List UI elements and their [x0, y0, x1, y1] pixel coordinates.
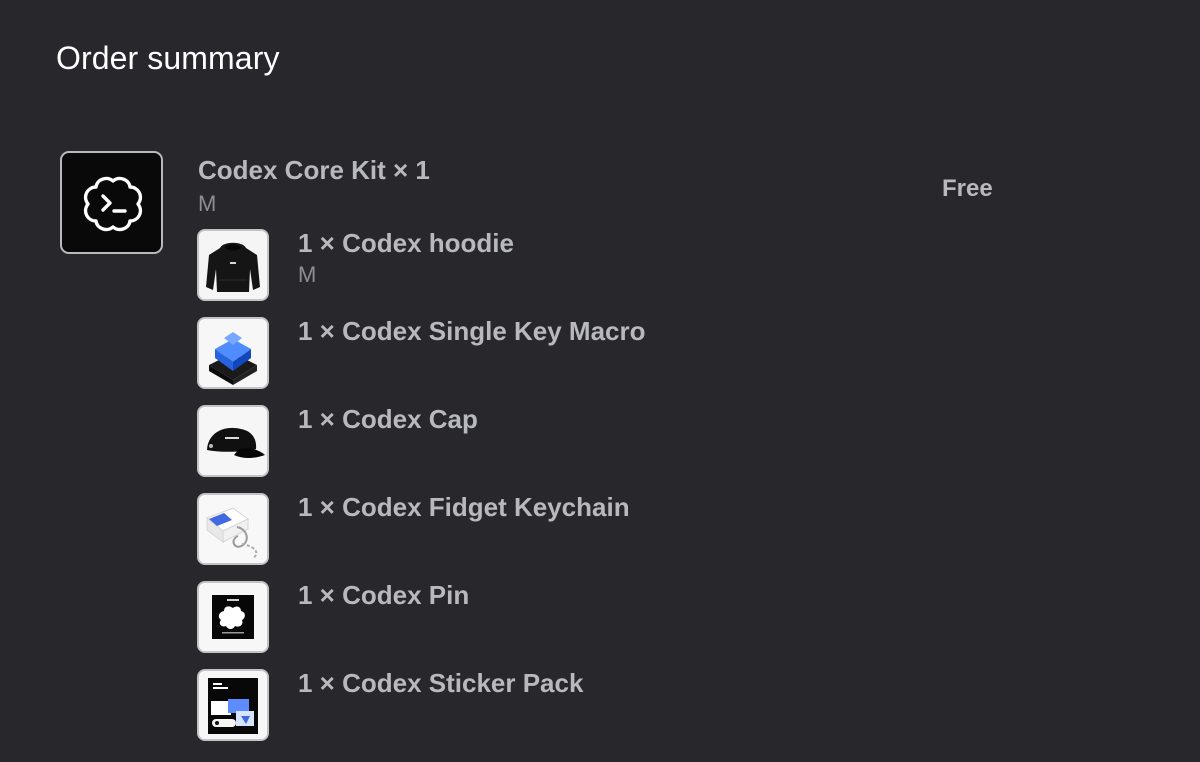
list-item-single-key-macro: 1 × Codex Single Key Macro	[197, 316, 897, 391]
hoodie-thumbnail	[197, 229, 269, 301]
kit-name: Codex Core Kit × 1	[198, 155, 430, 185]
list-item-hoodie: 1 × Codex hoodie M	[197, 228, 897, 303]
single-key-macro-image	[199, 319, 267, 387]
item-name-fidget-keychain: 1 × Codex Fidget Keychain	[298, 492, 630, 522]
list-item-pin: 1 × Codex Pin	[197, 580, 897, 655]
black-cap-image	[199, 407, 267, 475]
black-hoodie-image	[199, 231, 267, 299]
codex-logo-icon	[83, 176, 143, 232]
pin-thumbnail	[197, 581, 269, 653]
order-summary: Order summary Codex Core Kit × 1 M Free …	[0, 0, 1200, 762]
list-item-fidget-keychain: 1 × Codex Fidget Keychain	[197, 492, 897, 567]
item-variant-hoodie: M	[298, 262, 317, 287]
single-key-macro-thumbnail	[197, 317, 269, 389]
list-item-cap: 1 × Codex Cap	[197, 404, 897, 479]
item-name-cap: 1 × Codex Cap	[298, 404, 478, 434]
item-name-sticker-pack: 1 × Codex Sticker Pack	[298, 668, 584, 698]
pin-image	[199, 583, 267, 651]
item-name-pin: 1 × Codex Pin	[298, 580, 470, 610]
item-name-single-key-macro: 1 × Codex Single Key Macro	[298, 316, 646, 346]
sticker-pack-image	[199, 671, 267, 739]
kit-price: Free	[942, 175, 993, 202]
item-name-hoodie: 1 × Codex hoodie	[298, 228, 514, 258]
kit-variant: M	[198, 191, 217, 216]
page-title: Order summary	[56, 40, 280, 76]
cap-thumbnail	[197, 405, 269, 477]
sticker-pack-thumbnail	[197, 669, 269, 741]
fidget-keychain-image	[199, 495, 267, 563]
list-item-sticker-pack: 1 × Codex Sticker Pack	[197, 668, 897, 743]
fidget-keychain-thumbnail	[197, 493, 269, 565]
kit-thumbnail	[60, 151, 163, 254]
